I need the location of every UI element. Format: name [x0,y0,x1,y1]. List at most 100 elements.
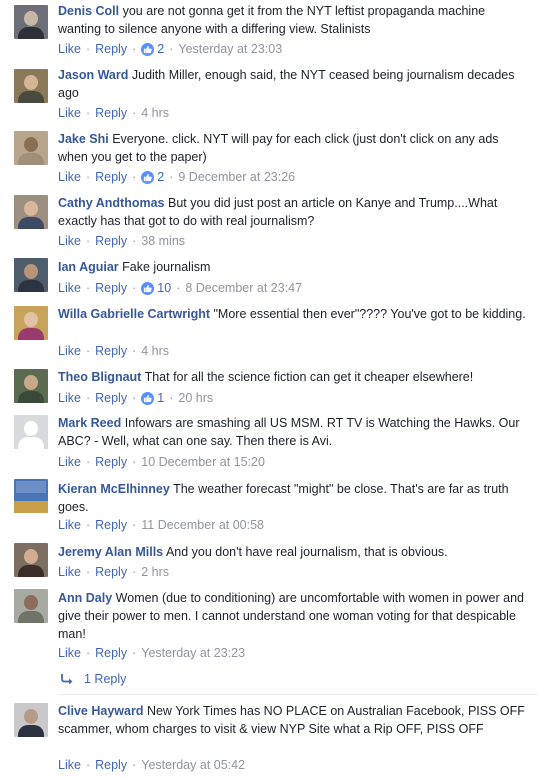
comment-actions: Like · Reply · 4 hrs [58,105,169,121]
separator: · [85,646,91,660]
like-count[interactable]: 2 [157,41,164,57]
comment-text: Jake Shi Everyone. click. NYT will pay f… [58,130,528,166]
like-count[interactable]: 10 [157,280,171,296]
avatar[interactable] [14,306,48,340]
comment-text: Kieran McElhinney The weather forecast "… [58,480,528,516]
comment-body: Infowars are smashing all US MSM. RT TV … [58,416,520,448]
timestamp[interactable]: 10 December at 15:20 [141,454,265,470]
commenter-name[interactable]: Denis Coll [58,4,119,18]
timestamp[interactable]: 11 December at 00:58 [141,517,264,533]
like-button[interactable]: Like [58,280,81,296]
separator: · [132,281,137,295]
reply-button[interactable]: Reply [95,517,127,533]
reply-button[interactable]: Reply [95,564,127,580]
comment-text: Denis Coll you are not gonna get it from… [58,2,528,38]
timestamp[interactable]: Yesterday at 23:03 [178,41,282,57]
reply-button[interactable]: Reply [95,390,127,406]
comment-body: you are not gonna get it from the NYT le… [58,4,486,36]
comment-actions: Like · Reply · 1 · 20 hrs [58,390,213,406]
avatar[interactable] [14,415,48,449]
comment-text: Willa Gabrielle Cartwright "More essenti… [58,305,528,323]
commenter-name[interactable]: Jeremy Alan Mills [58,545,163,559]
separator: · [176,281,181,295]
separator: · [132,646,137,660]
avatar[interactable] [14,479,48,513]
commenter-name[interactable]: Cathy Andthomas [58,196,165,210]
comment-body: Everyone. click. NYT will pay for each c… [58,132,499,164]
like-button[interactable]: Like [58,564,81,580]
reply-button[interactable]: Reply [95,169,127,185]
comment-text: Ian Aguiar Fake journalism [58,258,528,276]
timestamp[interactable]: Yesterday at 23:23 [141,645,245,661]
reply-button[interactable]: Reply [95,645,127,661]
comment-body: "More essential then ever"???? You've go… [213,307,526,321]
like-button[interactable]: Like [58,169,81,185]
view-replies-label[interactable]: 1 Reply [84,670,126,688]
commenter-name[interactable]: Jason Ward [58,68,128,82]
avatar[interactable] [14,69,48,103]
timestamp[interactable]: 4 hrs [141,343,169,359]
avatar[interactable] [14,369,48,403]
timestamp[interactable]: 9 December at 23:26 [178,169,295,185]
timestamp[interactable]: 8 December at 23:47 [185,280,302,296]
separator: · [169,170,174,184]
separator: · [132,391,137,405]
like-button[interactable]: Like [58,757,81,773]
commenter-name[interactable]: Theo Blignaut [58,370,141,384]
reply-button[interactable]: Reply [95,454,127,470]
thumbs-up-icon [141,170,155,184]
separator: · [132,106,137,120]
separator: · [132,170,137,184]
timestamp[interactable]: 2 hrs [141,564,169,580]
commenter-name[interactable]: Ann Daly [58,591,112,605]
separator: · [85,565,91,579]
timestamp[interactable]: 38 mins [141,233,185,249]
timestamp[interactable]: 20 hrs [178,390,213,406]
like-button[interactable]: Like [58,105,81,121]
avatar[interactable] [14,589,48,623]
like-button[interactable]: Like [58,41,81,57]
like-button[interactable]: Like [58,390,81,406]
comment-body: Fake journalism [122,260,211,274]
timestamp[interactable]: 4 hrs [141,105,169,121]
timestamp[interactable]: Yesterday at 05:42 [141,757,245,773]
like-button[interactable]: Like [58,645,81,661]
comment-body: That for all the science fiction can get… [144,370,474,384]
avatar[interactable] [14,131,48,165]
separator: · [85,106,91,120]
reply-button[interactable]: Reply [95,105,127,121]
commenter-name[interactable]: Jake Shi [58,132,109,146]
like-button[interactable]: Like [58,454,81,470]
avatar[interactable] [14,5,48,39]
reply-button[interactable]: Reply [95,41,127,57]
separator: · [85,344,91,358]
commenter-name[interactable]: Kieran McElhinney [58,482,170,496]
view-replies-link[interactable]: 1 Reply [60,670,126,688]
reply-button[interactable]: Reply [95,280,127,296]
commenter-name[interactable]: Willa Gabrielle Cartwright [58,307,210,321]
like-button[interactable]: Like [58,233,81,249]
separator: · [132,344,137,358]
avatar[interactable] [14,195,48,229]
separator: · [132,565,137,579]
comment-feed: Denis Coll you are not gonna get it from… [0,0,548,779]
reply-button[interactable]: Reply [95,757,127,773]
like-button[interactable]: Like [58,343,81,359]
comment-actions: Like · Reply · 4 hrs [58,343,169,359]
commenter-name[interactable]: Ian Aguiar [58,260,119,274]
reply-arrow-icon [61,674,73,685]
like-count[interactable]: 2 [157,169,164,185]
separator: · [85,234,91,248]
reply-button[interactable]: Reply [95,233,127,249]
commenter-name[interactable]: Mark Reed [58,416,121,430]
separator: · [169,391,174,405]
comment-actions: Like · Reply · Yesterday at 05:42 [58,757,245,773]
like-button[interactable]: Like [58,517,81,533]
avatar[interactable] [14,543,48,577]
thumbs-up-icon [141,42,155,56]
avatar[interactable] [14,258,48,292]
commenter-name[interactable]: Clive Hayward [58,704,143,718]
reply-button[interactable]: Reply [95,343,127,359]
like-count[interactable]: 1 [157,390,164,406]
avatar[interactable] [14,703,48,737]
